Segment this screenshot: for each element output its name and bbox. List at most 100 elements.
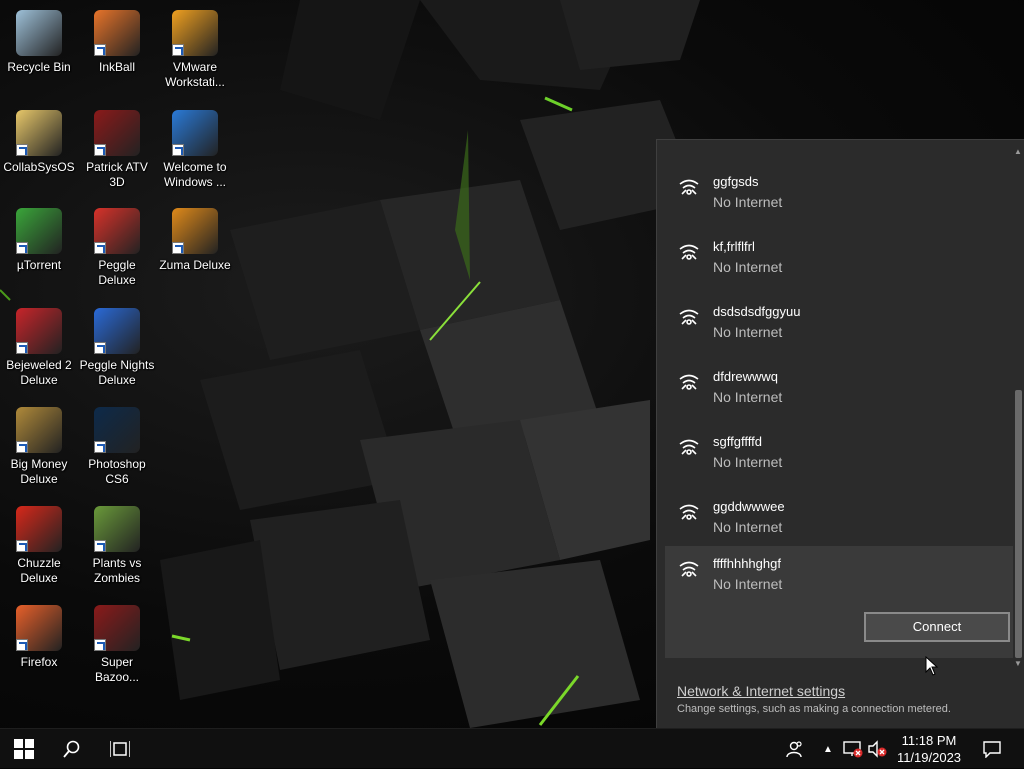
desktop-icon-label: Chuzzle Deluxe <box>17 556 61 585</box>
desktop-icon[interactable]: Patrick ATV 3D <box>78 104 156 190</box>
desktop-icon[interactable]: Chuzzle Deluxe <box>0 500 78 586</box>
shortcut-arrow-icon <box>94 639 106 651</box>
desktop-icon[interactable]: Peggle Nights Deluxe <box>78 302 156 388</box>
action-center-button[interactable] <box>978 729 1006 769</box>
chuzzle-icon <box>16 506 62 552</box>
shortcut-arrow-icon <box>16 242 28 254</box>
flash-icon <box>94 110 140 156</box>
start-button[interactable] <box>0 729 48 769</box>
shortcut-arrow-icon <box>172 242 184 254</box>
network-status: No Internet <box>713 259 783 275</box>
wifi-network-item[interactable]: dsdsdsdfggyuu No Internet <box>665 286 1013 351</box>
wifi-network-item[interactable]: dfdrewwwq No Internet <box>665 351 1013 416</box>
scroll-down-arrow-icon[interactable]: ▼ <box>1012 658 1024 670</box>
wifi-secured-icon <box>677 501 701 525</box>
network-status: No Internet <box>713 389 783 405</box>
taskbar-clock[interactable]: 11:18 PM 11/19/2023 <box>888 729 970 769</box>
network-status: No Internet <box>713 576 783 592</box>
money-bag-icon <box>16 407 62 453</box>
desktop-icon-label: Bejeweled 2 Deluxe <box>6 358 72 387</box>
windows-orb-icon <box>172 110 218 156</box>
zuma-icon <box>172 208 218 254</box>
network-name: ggddwwwee <box>713 499 785 514</box>
photoshop-icon <box>94 407 140 453</box>
wifi-network-item[interactable]: ggfgsds No Internet <box>665 156 1013 221</box>
vmware-icon <box>172 10 218 56</box>
shortcut-arrow-icon <box>16 639 28 651</box>
network-list: ggfgsds No Internet kf,frlflfrl No Internet… <box>665 148 1013 668</box>
shortcut-arrow-icon <box>94 342 106 354</box>
desktop-icon[interactable]: Recycle Bin <box>0 4 78 75</box>
desktop-icon-label: µTorrent <box>16 258 62 272</box>
network-status: No Internet <box>713 194 783 210</box>
desktop-icon-label: Recycle Bin <box>7 60 71 74</box>
shortcut-arrow-icon <box>94 441 106 453</box>
shortcut-arrow-icon <box>94 144 106 156</box>
desktop-icon-label: Plants vs Zombies <box>92 556 142 585</box>
shortcut-arrow-icon <box>172 44 184 56</box>
desktop-icon[interactable]: VMware Workstati... <box>156 4 234 90</box>
shortcut-arrow-icon <box>16 342 28 354</box>
desktop-icon-label: Peggle Deluxe <box>98 258 136 287</box>
desktop-icon[interactable]: Super Bazoo... <box>78 599 156 685</box>
search-button[interactable] <box>48 729 96 769</box>
network-tray-button[interactable] <box>842 729 864 769</box>
peggle-nights-icon <box>94 308 140 354</box>
people-icon <box>786 741 802 758</box>
folder-icon <box>16 110 62 156</box>
shortcut-arrow-icon <box>94 44 106 56</box>
wifi-secured-icon <box>677 558 701 582</box>
desktop-icon[interactable]: Zuma Deluxe <box>156 202 234 273</box>
taskbar: ▲ 11:18 PM 11/19/2023 <box>0 728 1024 768</box>
desktop-icon-label: Firefox <box>20 655 58 669</box>
desktop-icon-label: Big Money Deluxe <box>10 457 68 486</box>
network-settings-link[interactable]: Network & Internet settings <box>677 683 845 699</box>
desktop-icon[interactable]: Bejeweled 2 Deluxe <box>0 302 78 388</box>
network-name: ggfgsds <box>713 174 759 189</box>
shortcut-arrow-icon <box>16 540 28 552</box>
desktop-icon[interactable]: µTorrent <box>0 202 78 273</box>
desktop-icon[interactable]: CollabSysOS <box>0 104 78 175</box>
network-list-scrollbar[interactable]: ▲ ▼ <box>1012 146 1024 670</box>
volume-muted-icon <box>868 740 887 758</box>
desktop-icon[interactable]: Firefox <box>0 599 78 670</box>
flash-icon <box>94 605 140 651</box>
clock-date: 11/19/2023 <box>896 750 962 765</box>
network-flyout: ggfgsds No Internet kf,frlflfrl No Internet… <box>656 139 1024 728</box>
volume-tray-button[interactable] <box>866 729 888 769</box>
wifi-network-item[interactable]: sgffgffffd No Internet <box>665 416 1013 481</box>
wifi-secured-icon <box>677 306 701 330</box>
wifi-network-item[interactable]: kf,frlflfrl No Internet <box>665 221 1013 286</box>
network-status: No Internet <box>713 454 783 470</box>
desktop-icon[interactable]: Big Money Deluxe <box>0 401 78 487</box>
connect-button[interactable]: Connect <box>864 612 1010 642</box>
desktop-icon[interactable]: Photoshop CS6 <box>78 401 156 487</box>
show-hidden-icons-chevron-icon[interactable]: ▲ <box>818 729 838 769</box>
desktop-icon[interactable]: Plants vs Zombies <box>78 500 156 586</box>
desktop-icon-label: CollabSysOS <box>3 160 75 174</box>
network-status: No Internet <box>713 519 783 535</box>
shortcut-arrow-icon <box>16 144 28 156</box>
shortcut-arrow-icon <box>16 441 28 453</box>
desktop-icon[interactable]: Peggle Deluxe <box>78 202 156 288</box>
wifi-network-item[interactable]: ffffhhhhghgf No Internet Connect <box>665 546 1013 658</box>
network-name: sgffgffffd <box>713 434 762 449</box>
desktop-icon-label: Welcome to Windows ... <box>163 160 227 189</box>
firefox-icon <box>16 605 62 651</box>
task-view-icon <box>110 741 130 757</box>
bejeweled-icon <box>16 308 62 354</box>
notification-icon <box>983 741 1001 758</box>
desktop-icon[interactable]: Welcome to Windows ... <box>156 104 234 190</box>
people-button[interactable] <box>780 729 808 769</box>
desktop-icon-label: Peggle Nights Deluxe <box>79 358 155 387</box>
scroll-up-arrow-icon[interactable]: ▲ <box>1012 146 1024 158</box>
desktop-icon-label: Patrick ATV 3D <box>86 160 148 189</box>
desktop-icon-label: Super Bazoo... <box>94 655 140 684</box>
scrollbar-thumb[interactable] <box>1015 390 1022 658</box>
desktop-icon[interactable]: InkBall <box>78 4 156 75</box>
wifi-network-item[interactable]: ggddwwwee No Internet <box>665 481 1013 546</box>
task-view-button[interactable] <box>96 729 144 769</box>
shortcut-arrow-icon <box>172 144 184 156</box>
inkball-icon <box>94 10 140 56</box>
pvz-icon <box>94 506 140 552</box>
